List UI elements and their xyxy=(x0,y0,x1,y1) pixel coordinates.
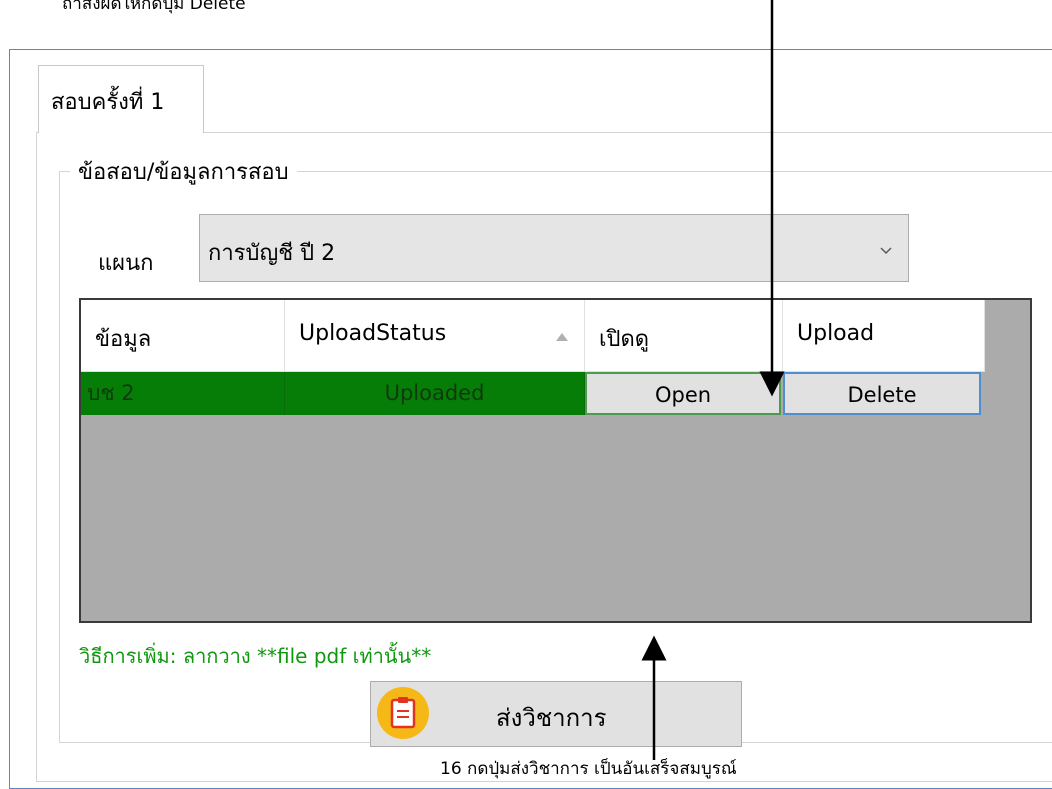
department-select[interactable]: การบัญชี ปี 2 xyxy=(199,214,909,282)
clipboard-icon xyxy=(377,687,429,739)
cell-data[interactable]: บช 2 xyxy=(81,372,285,415)
top-caption: ถ้าส่งผิดให้กดปุ่ม Delete xyxy=(62,0,246,14)
column-header-label: UploadStatus xyxy=(299,321,447,346)
upload-grid[interactable]: ข้อมูล UploadStatus เปิดดู Upload บช 2 U… xyxy=(79,298,1032,623)
column-header-label: Upload xyxy=(797,321,875,346)
open-button[interactable]: Open xyxy=(585,372,781,415)
department-selected-value: การบัญชี ปี 2 xyxy=(208,241,336,266)
column-header-data[interactable]: ข้อมูล xyxy=(81,300,285,372)
column-header-upload[interactable]: Upload xyxy=(783,300,985,372)
drag-drop-hint: วิธีการเพิ่ม: ลากวาง **file pdf เท่านั้น… xyxy=(79,644,432,668)
chevron-down-icon xyxy=(880,247,892,254)
cell-upload-status[interactable]: Uploaded xyxy=(285,372,585,415)
column-header-label: ข้อมูล xyxy=(95,327,152,352)
column-header-label: เปิดดู xyxy=(599,327,650,352)
sort-ascending-icon xyxy=(556,333,568,341)
department-label: แผนก xyxy=(98,251,154,276)
bottom-caption: 16 กดปุ่มส่งวิชาการ เป็นอันเสร็จสมบูรณ์ xyxy=(440,759,737,779)
column-header-upload-status[interactable]: UploadStatus xyxy=(285,300,585,372)
send-button-label: ส่งวิชาการ xyxy=(496,704,607,732)
column-header-open[interactable]: เปิดดู xyxy=(585,300,783,372)
group-legend: ข้อสอบ/ข้อมูลการสอบ xyxy=(70,154,297,189)
send-academic-button[interactable]: ส่งวิชาการ xyxy=(370,681,742,747)
tab-label: สอบครั้งที่ 1 xyxy=(51,90,165,115)
delete-button[interactable]: Delete xyxy=(783,372,981,415)
tab-exam-1[interactable]: สอบครั้งที่ 1 xyxy=(38,65,204,133)
